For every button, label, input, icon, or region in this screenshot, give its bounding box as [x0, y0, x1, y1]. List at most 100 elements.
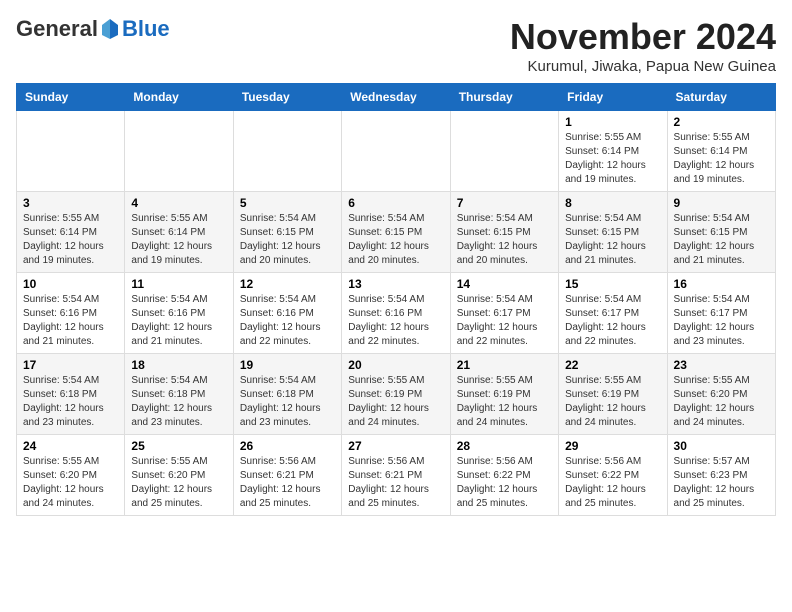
table-row: 27 Sunrise: 5:56 AM Sunset: 6:21 PM Dayli…	[342, 435, 450, 516]
day-number: 20	[348, 358, 443, 372]
table-row: 20 Sunrise: 5:55 AM Sunset: 6:19 PM Dayli…	[342, 354, 450, 435]
day-number: 10	[23, 277, 118, 291]
calendar-week-3: 10 Sunrise: 5:54 AM Sunset: 6:16 PM Dayli…	[17, 273, 776, 354]
table-row: 21Sunrise: 5:55 AM Sunset: 6:19 PM Dayli…	[450, 354, 558, 435]
title-area: November 2024 Kurumul, Jiwaka, Papua New…	[510, 16, 776, 75]
table-row: 2Sunrise: 5:55 AM Sunset: 6:14 PM Daylig…	[667, 111, 775, 192]
calendar-week-1: 1 Sunrise: 5:55 AM Sunset: 6:14 PM Daylig…	[17, 111, 776, 192]
logo-general: General	[16, 16, 98, 42]
day-info: Sunrise: 5:54 AM Sunset: 6:15 PM Dayligh…	[240, 212, 335, 268]
day-number: 9	[674, 196, 769, 210]
calendar-header-row: Sunday Monday Tuesday Wednesday Thursday…	[17, 84, 776, 111]
day-number: 26	[240, 439, 335, 453]
day-number: 23	[674, 358, 769, 372]
day-number: 1	[565, 115, 660, 129]
day-number: 24	[23, 439, 118, 453]
col-friday: Friday	[559, 84, 667, 111]
table-row: 1 Sunrise: 5:55 AM Sunset: 6:14 PM Daylig…	[559, 111, 667, 192]
day-info: Sunrise: 5:54 AM Sunset: 6:15 PM Dayligh…	[674, 212, 769, 268]
table-row	[17, 111, 125, 192]
day-info: Sunrise: 5:54 AM Sunset: 6:18 PM Dayligh…	[131, 374, 226, 430]
day-info: Sunrise: 5:54 AM Sunset: 6:18 PM Dayligh…	[23, 374, 118, 430]
day-number: 30	[674, 439, 769, 453]
table-row: 22Sunrise: 5:55 AM Sunset: 6:19 PM Dayli…	[559, 354, 667, 435]
day-number: 29	[565, 439, 660, 453]
day-info: Sunrise: 5:55 AM Sunset: 6:20 PM Dayligh…	[674, 374, 769, 430]
day-number: 6	[348, 196, 443, 210]
day-info: Sunrise: 5:54 AM Sunset: 6:18 PM Dayligh…	[240, 374, 335, 430]
day-info: Sunrise: 5:55 AM Sunset: 6:20 PM Dayligh…	[23, 455, 118, 511]
day-info: Sunrise: 5:54 AM Sunset: 6:15 PM Dayligh…	[457, 212, 552, 268]
day-number: 17	[23, 358, 118, 372]
table-row: 19 Sunrise: 5:54 AM Sunset: 6:18 PM Dayli…	[233, 354, 341, 435]
table-row	[450, 111, 558, 192]
col-thursday: Thursday	[450, 84, 558, 111]
day-number: 18	[131, 358, 226, 372]
logo-icon	[100, 17, 120, 41]
day-number: 22	[565, 358, 660, 372]
table-row: 24 Sunrise: 5:55 AM Sunset: 6:20 PM Dayli…	[17, 435, 125, 516]
day-info: Sunrise: 5:55 AM Sunset: 6:14 PM Dayligh…	[565, 131, 660, 187]
day-number: 19	[240, 358, 335, 372]
day-number: 25	[131, 439, 226, 453]
col-saturday: Saturday	[667, 84, 775, 111]
day-number: 3	[23, 196, 118, 210]
table-row: 8 Sunrise: 5:54 AM Sunset: 6:15 PM Daylig…	[559, 192, 667, 273]
table-row: 10Sunrise: 5:54 AM Sunset: 6:16 PM Dayli…	[17, 273, 125, 354]
day-info: Sunrise: 5:54 AM Sunset: 6:17 PM Dayligh…	[674, 293, 769, 349]
calendar-week-5: 24 Sunrise: 5:55 AM Sunset: 6:20 PM Dayli…	[17, 435, 776, 516]
day-info: Sunrise: 5:54 AM Sunset: 6:15 PM Dayligh…	[348, 212, 443, 268]
day-number: 13	[348, 277, 443, 291]
day-info: Sunrise: 5:54 AM Sunset: 6:17 PM Dayligh…	[457, 293, 552, 349]
day-number: 14	[457, 277, 552, 291]
col-wednesday: Wednesday	[342, 84, 450, 111]
day-number: 27	[348, 439, 443, 453]
day-info: Sunrise: 5:54 AM Sunset: 6:16 PM Dayligh…	[131, 293, 226, 349]
day-number: 7	[457, 196, 552, 210]
table-row: 13 Sunrise: 5:54 AM Sunset: 6:16 PM Dayli…	[342, 273, 450, 354]
table-row: 3Sunrise: 5:55 AM Sunset: 6:14 PM Daylig…	[17, 192, 125, 273]
day-number: 15	[565, 277, 660, 291]
col-monday: Monday	[125, 84, 233, 111]
day-info: Sunrise: 5:54 AM Sunset: 6:17 PM Dayligh…	[565, 293, 660, 349]
table-row: 7 Sunrise: 5:54 AM Sunset: 6:15 PM Daylig…	[450, 192, 558, 273]
table-row	[233, 111, 341, 192]
col-sunday: Sunday	[17, 84, 125, 111]
logo-blue: Blue	[122, 16, 170, 42]
day-number: 2	[674, 115, 769, 129]
day-info: Sunrise: 5:55 AM Sunset: 6:20 PM Dayligh…	[131, 455, 226, 511]
calendar: Sunday Monday Tuesday Wednesday Thursday…	[16, 83, 776, 516]
day-number: 4	[131, 196, 226, 210]
table-row: 29 Sunrise: 5:56 AM Sunset: 6:22 PM Dayli…	[559, 435, 667, 516]
table-row: 11 Sunrise: 5:54 AM Sunset: 6:16 PM Dayli…	[125, 273, 233, 354]
day-number: 8	[565, 196, 660, 210]
table-row: 9 Sunrise: 5:54 AM Sunset: 6:15 PM Daylig…	[667, 192, 775, 273]
calendar-week-4: 17 Sunrise: 5:54 AM Sunset: 6:18 PM Dayli…	[17, 354, 776, 435]
day-number: 28	[457, 439, 552, 453]
table-row: 28Sunrise: 5:56 AM Sunset: 6:22 PM Dayli…	[450, 435, 558, 516]
table-row: 16Sunrise: 5:54 AM Sunset: 6:17 PM Dayli…	[667, 273, 775, 354]
table-row: 14 Sunrise: 5:54 AM Sunset: 6:17 PM Dayli…	[450, 273, 558, 354]
day-info: Sunrise: 5:55 AM Sunset: 6:14 PM Dayligh…	[131, 212, 226, 268]
table-row: 18 Sunrise: 5:54 AM Sunset: 6:18 PM Dayli…	[125, 354, 233, 435]
table-row: 26 Sunrise: 5:56 AM Sunset: 6:21 PM Dayli…	[233, 435, 341, 516]
table-row: 25 Sunrise: 5:55 AM Sunset: 6:20 PM Dayli…	[125, 435, 233, 516]
table-row: 6 Sunrise: 5:54 AM Sunset: 6:15 PM Daylig…	[342, 192, 450, 273]
day-info: Sunrise: 5:56 AM Sunset: 6:21 PM Dayligh…	[240, 455, 335, 511]
location: Kurumul, Jiwaka, Papua New Guinea	[510, 58, 776, 75]
table-row	[342, 111, 450, 192]
day-info: Sunrise: 5:54 AM Sunset: 6:15 PM Dayligh…	[565, 212, 660, 268]
table-row: 17 Sunrise: 5:54 AM Sunset: 6:18 PM Dayli…	[17, 354, 125, 435]
day-info: Sunrise: 5:55 AM Sunset: 6:19 PM Dayligh…	[348, 374, 443, 430]
table-row	[125, 111, 233, 192]
table-row: 4 Sunrise: 5:55 AM Sunset: 6:14 PM Daylig…	[125, 192, 233, 273]
table-row: 23 Sunrise: 5:55 AM Sunset: 6:20 PM Dayli…	[667, 354, 775, 435]
day-number: 11	[131, 277, 226, 291]
day-info: Sunrise: 5:54 AM Sunset: 6:16 PM Dayligh…	[240, 293, 335, 349]
day-info: Sunrise: 5:54 AM Sunset: 6:16 PM Dayligh…	[348, 293, 443, 349]
day-info: Sunrise: 5:56 AM Sunset: 6:22 PM Dayligh…	[565, 455, 660, 511]
month-title: November 2024	[510, 16, 776, 58]
day-info: Sunrise: 5:56 AM Sunset: 6:21 PM Dayligh…	[348, 455, 443, 511]
page-header: General Blue November 2024 Kurumul, Jiwa…	[16, 16, 776, 75]
day-info: Sunrise: 5:55 AM Sunset: 6:19 PM Dayligh…	[457, 374, 552, 430]
